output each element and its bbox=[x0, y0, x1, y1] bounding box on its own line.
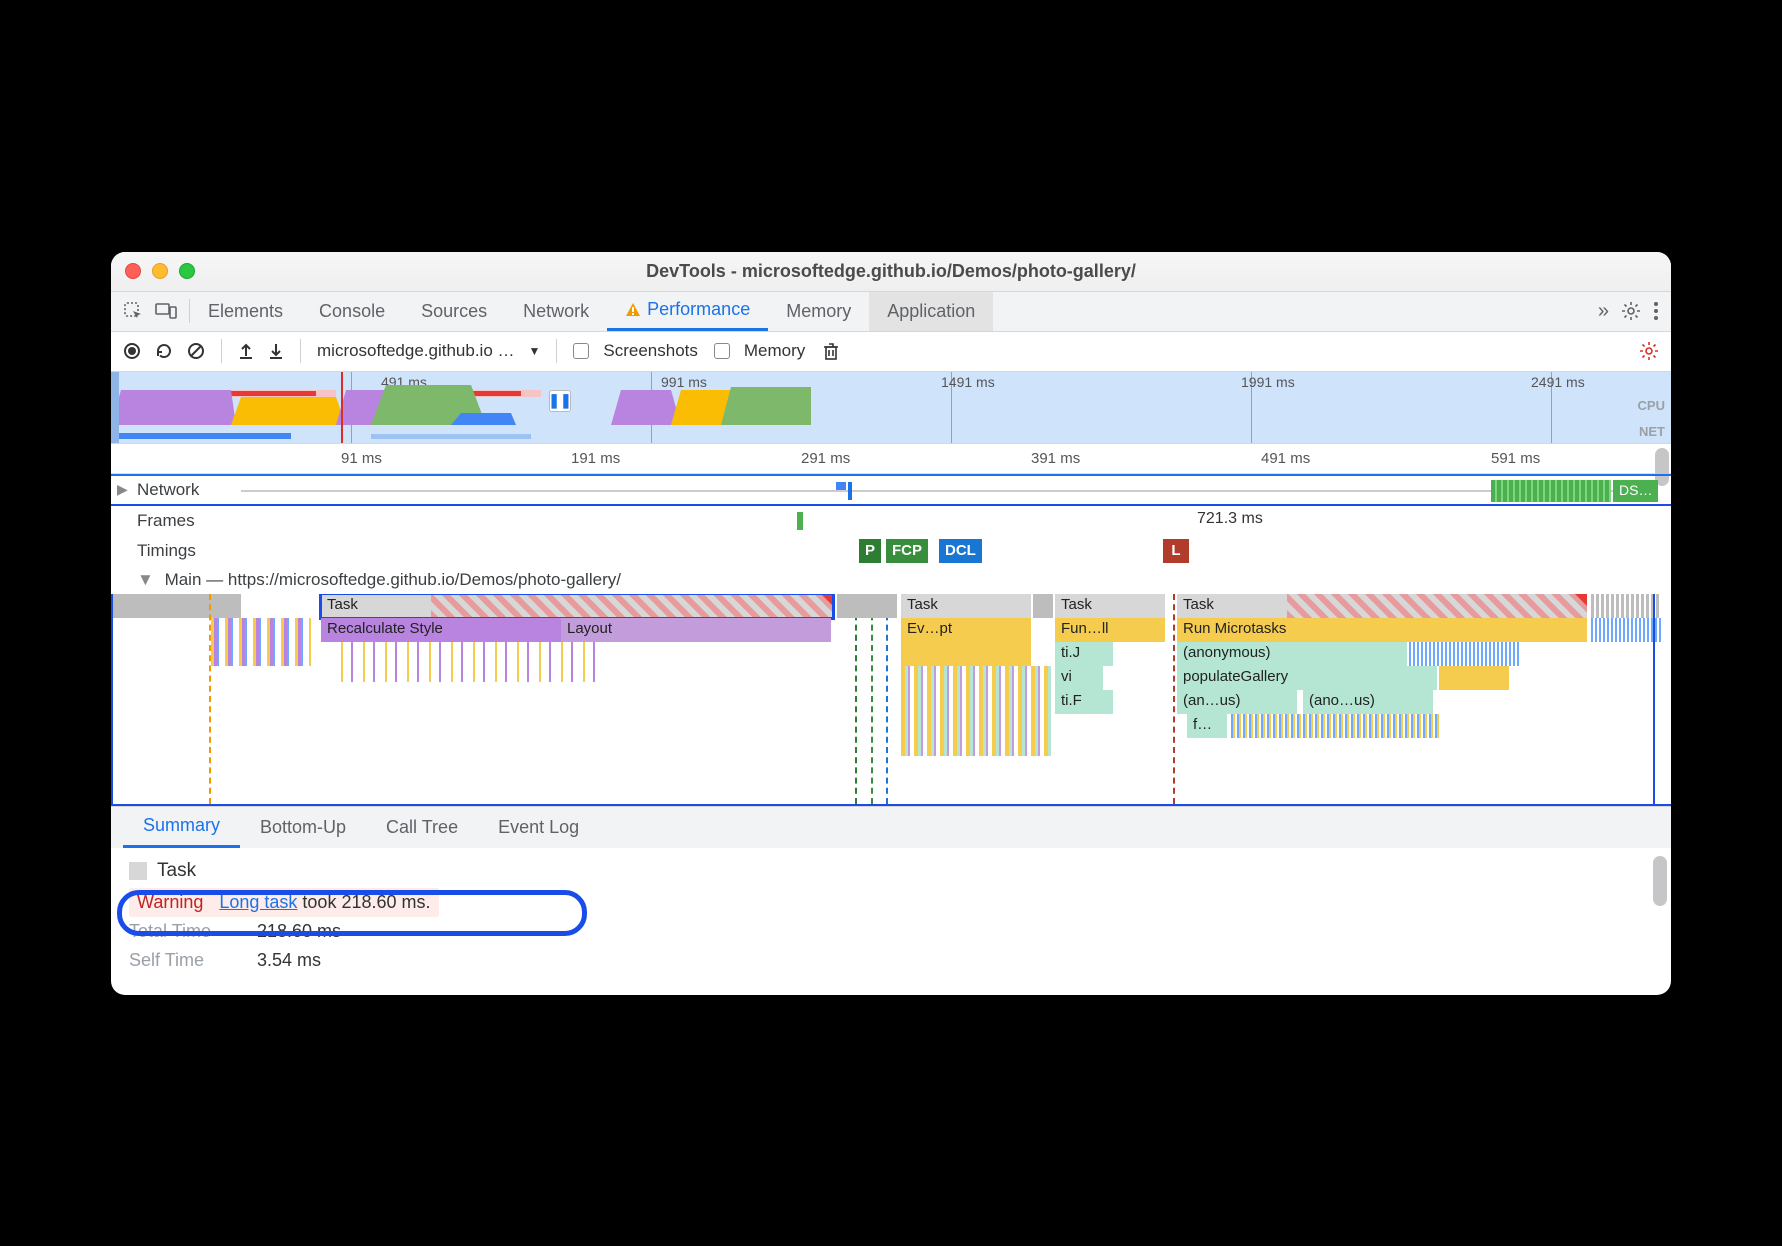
track-network[interactable]: ▶ Network DS… bbox=[111, 474, 1671, 504]
task-bar[interactable]: Task bbox=[1177, 594, 1287, 618]
kebab-icon[interactable] bbox=[1653, 301, 1659, 321]
anus1-bar[interactable]: (an…us) bbox=[1177, 690, 1297, 714]
ruler-tick: 591 ms bbox=[1491, 450, 1540, 467]
ruler-tick: 191 ms bbox=[571, 450, 620, 467]
download-icon[interactable] bbox=[268, 342, 284, 360]
task-bar[interactable]: Task bbox=[321, 594, 431, 618]
device-icon[interactable] bbox=[155, 302, 177, 320]
timing-l: L bbox=[1163, 539, 1189, 563]
main-url: https://microsoftedge.github.io/Demos/ph… bbox=[228, 570, 621, 589]
upload-icon[interactable] bbox=[238, 342, 254, 360]
screenshots-checkbox[interactable]: Screenshots bbox=[573, 341, 698, 361]
inspect-icon[interactable] bbox=[123, 301, 143, 321]
flame-chart[interactable]: Task Task Task Task Recalculate Style La… bbox=[111, 594, 1671, 804]
settings-icon[interactable] bbox=[1621, 301, 1641, 321]
page-dropdown-label: microsoftedge.github.io … bbox=[317, 341, 515, 361]
chevron-down-icon: ▼ bbox=[529, 344, 541, 358]
ov-tick: 2491 ms bbox=[1531, 374, 1585, 390]
summary-panel: Task Warning Long task took 218.60 ms. T… bbox=[111, 848, 1671, 995]
runmt-bar[interactable]: Run Microtasks bbox=[1177, 618, 1587, 642]
tab-network[interactable]: Network bbox=[505, 291, 607, 331]
tab-console[interactable]: Console bbox=[301, 291, 403, 331]
more-tabs-icon[interactable]: » bbox=[1598, 300, 1609, 323]
long-task-link[interactable]: Long task bbox=[219, 892, 297, 912]
funll-bar[interactable]: Fun…ll bbox=[1055, 618, 1165, 642]
arrow-annotation bbox=[1581, 594, 1641, 596]
total-time-val: 218.60 ms bbox=[257, 921, 341, 942]
screenshots-label: Screenshots bbox=[603, 341, 698, 361]
perf-settings-icon[interactable] bbox=[1639, 341, 1659, 361]
pause-icon[interactable]: ❚❚ bbox=[549, 390, 571, 412]
self-time-val: 3.54 ms bbox=[257, 950, 321, 971]
timing-p: P bbox=[859, 539, 881, 563]
vi-bar[interactable]: vi bbox=[1055, 666, 1103, 690]
details-tabs: Summary Bottom-Up Call Tree Event Log bbox=[111, 806, 1671, 848]
tiJ-bar[interactable]: ti.J bbox=[1055, 642, 1113, 666]
tab-performance-label: Performance bbox=[647, 299, 750, 320]
anus2-bar[interactable]: (ano…us) bbox=[1303, 690, 1433, 714]
track-frames[interactable]: Frames 721.3 ms bbox=[111, 506, 1671, 536]
arrow-annotation bbox=[831, 594, 891, 596]
page-dropdown[interactable]: microsoftedge.github.io … ▼ bbox=[317, 341, 540, 361]
long-task-bar[interactable] bbox=[431, 594, 833, 618]
collapse-icon[interactable]: ▼ bbox=[137, 570, 154, 589]
btab-eventlog[interactable]: Event Log bbox=[478, 806, 599, 848]
task-bar[interactable]: Task bbox=[901, 594, 1031, 618]
summary-task-label: Task bbox=[157, 860, 196, 882]
tab-performance[interactable]: Performance bbox=[607, 291, 768, 331]
tab-application[interactable]: Application bbox=[869, 291, 993, 331]
f-bar[interactable]: f… bbox=[1187, 714, 1227, 738]
btab-summary[interactable]: Summary bbox=[123, 806, 240, 848]
warning-rest: took 218.60 ms. bbox=[297, 892, 430, 912]
ov-tick: 1991 ms bbox=[1241, 374, 1295, 390]
timing-ms: 721.3 ms bbox=[1197, 510, 1263, 528]
tab-sources[interactable]: Sources bbox=[403, 291, 505, 331]
timing-dcl: DCL bbox=[939, 539, 982, 563]
ruler-tick: 391 ms bbox=[1031, 450, 1080, 467]
window-title: DevTools - microsoftedge.github.io/Demos… bbox=[111, 261, 1671, 282]
network-badge: DS… bbox=[1613, 480, 1658, 502]
timing-fcp: FCP bbox=[886, 539, 928, 563]
gc-icon[interactable] bbox=[821, 341, 841, 361]
populate-bar[interactable]: populateGallery bbox=[1177, 666, 1437, 690]
devtools-window: DevTools - microsoftedge.github.io/Demos… bbox=[111, 252, 1671, 995]
scrollbar-thumb[interactable] bbox=[1653, 856, 1667, 906]
record-icon[interactable] bbox=[123, 342, 141, 360]
ruler-tick: 91 ms bbox=[341, 450, 382, 467]
warning-label: Warning bbox=[137, 892, 203, 913]
cpu-label: CPU bbox=[1638, 398, 1665, 413]
perf-toolbar: microsoftedge.github.io … ▼ Screenshots … bbox=[111, 332, 1671, 372]
ruler-tick: 491 ms bbox=[1261, 450, 1310, 467]
clear-icon[interactable] bbox=[187, 342, 205, 360]
timeline[interactable]: 91 ms 191 ms 291 ms 391 ms 491 ms 591 ms… bbox=[111, 444, 1671, 806]
titlebar: DevTools - microsoftedge.github.io/Demos… bbox=[111, 252, 1671, 292]
memory-checkbox[interactable]: Memory bbox=[714, 341, 805, 361]
tiF-bar[interactable]: ti.F bbox=[1055, 690, 1113, 714]
main-tabs: Elements Console Sources Network Perform… bbox=[111, 292, 1671, 332]
main-prefix: Main — bbox=[165, 570, 228, 589]
memory-label: Memory bbox=[744, 341, 805, 361]
btab-calltree[interactable]: Call Tree bbox=[366, 806, 478, 848]
anon-bar[interactable]: (anonymous) bbox=[1177, 642, 1407, 666]
total-time-key: Total Time bbox=[129, 921, 239, 942]
ov-tick: 1491 ms bbox=[941, 374, 995, 390]
layout-bar[interactable]: Layout bbox=[561, 618, 831, 642]
recalc-bar[interactable]: Recalculate Style bbox=[321, 618, 561, 642]
task-bar[interactable]: Task bbox=[1055, 594, 1165, 618]
net-label: NET bbox=[1639, 424, 1665, 439]
reload-icon[interactable] bbox=[155, 342, 173, 360]
task-swatch bbox=[129, 862, 147, 880]
track-main-label[interactable]: ▼ Main — https://microsoftedge.github.io… bbox=[111, 566, 1671, 594]
self-time-key: Self Time bbox=[129, 950, 239, 971]
ruler: 91 ms 191 ms 291 ms 391 ms 491 ms 591 ms bbox=[111, 444, 1671, 474]
overview-strip[interactable]: 491 ms 991 ms 1491 ms 1991 ms 2491 ms CP… bbox=[111, 372, 1671, 444]
track-timings[interactable]: Timings P FCP DCL L bbox=[111, 536, 1671, 566]
ruler-tick: 291 ms bbox=[801, 450, 850, 467]
long-task-bar[interactable] bbox=[1287, 594, 1587, 618]
evpt-bar[interactable]: Ev…pt bbox=[901, 618, 1031, 642]
tab-memory[interactable]: Memory bbox=[768, 291, 869, 331]
btab-bottomup[interactable]: Bottom-Up bbox=[240, 806, 366, 848]
tab-elements[interactable]: Elements bbox=[190, 291, 301, 331]
warning-row: Warning Long task took 218.60 ms. bbox=[129, 888, 439, 917]
